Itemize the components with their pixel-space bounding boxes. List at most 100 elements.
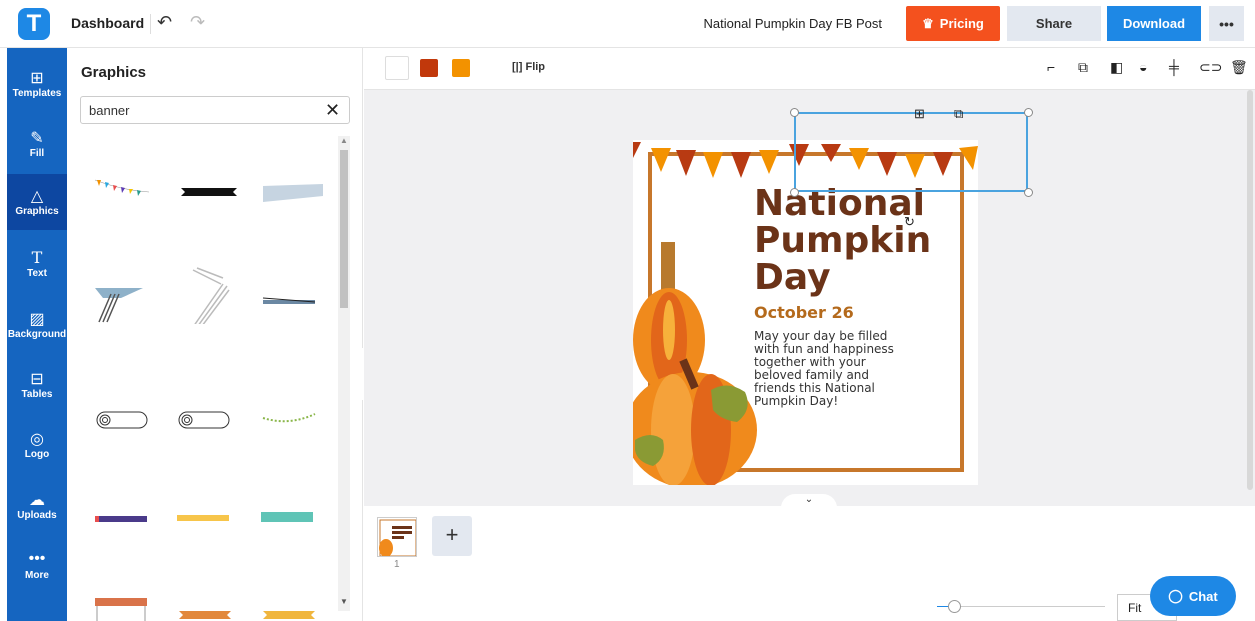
upload-cloud-icon: ☁	[29, 492, 45, 509]
undo-icon[interactable]: ↶	[157, 12, 172, 33]
nav-label: Tables	[21, 389, 53, 400]
garland-thumb[interactable]	[257, 382, 329, 442]
ribbon-stripe-thumb[interactable]	[257, 264, 329, 324]
paint-roller-icon[interactable]: ⌐	[1047, 59, 1055, 75]
element-toolbar: [|] Flip ⌐ ⧉ ◧ ◒ ╪ ⊂⊃ 🗑	[364, 48, 1255, 90]
chat-button[interactable]: ◯ Chat	[1150, 576, 1236, 616]
resize-handle[interactable]	[1024, 108, 1033, 117]
design-date[interactable]: October 26	[754, 303, 854, 322]
download-button[interactable]: Download	[1107, 6, 1201, 41]
table-icon: ⊟	[30, 371, 44, 388]
redo-icon[interactable]: ↷	[190, 12, 205, 33]
diagonal-stripe-thumb[interactable]	[91, 264, 163, 324]
opacity-icon[interactable]: ◒	[1139, 59, 1147, 75]
resize-handle[interactable]	[1024, 188, 1033, 197]
color-swatch-2[interactable]	[420, 59, 438, 77]
resize-handle[interactable]	[790, 188, 799, 197]
nav-background[interactable]: ▨ Background	[7, 297, 67, 353]
color-swatch-3[interactable]	[452, 59, 470, 77]
black-ribbon-thumb[interactable]	[173, 156, 245, 216]
align-icon[interactable]: ╪	[1169, 59, 1179, 75]
color-swatch-1[interactable]	[385, 56, 409, 80]
dashboard-link[interactable]: Dashboard	[71, 15, 144, 31]
search-input[interactable]	[80, 96, 350, 124]
group-add-icon[interactable]: ⊞	[914, 106, 925, 122]
link-icon[interactable]: ⊂⊃	[1199, 59, 1222, 76]
pumpkin-illustration[interactable]	[633, 240, 763, 485]
document-title[interactable]: National Pumpkin Day FB Post	[704, 16, 882, 31]
blue-banner-thumb[interactable]	[257, 156, 329, 216]
resize-handle[interactable]	[790, 108, 799, 117]
selection-box[interactable]	[794, 112, 1028, 192]
left-nav: ⊞ Templates ✎ Fill △ Graphics T Text ▨ B…	[7, 48, 67, 621]
chevron-down-icon: ⌄	[804, 494, 814, 505]
orange-ribbon-thumb[interactable]	[173, 580, 245, 621]
app-logo[interactable]: T	[18, 8, 50, 40]
page-thumbnail-preview	[379, 519, 416, 556]
scroll-up-icon[interactable]: ▲	[340, 136, 348, 145]
templates-icon: ⊞	[30, 70, 44, 87]
design-body-text[interactable]: May your day be filled with fun and happ…	[754, 330, 914, 408]
delete-icon[interactable]: 🗑	[1230, 59, 1248, 76]
page-number: 1	[394, 559, 400, 570]
nav-label: Text	[27, 268, 47, 279]
title-line-3: Day	[754, 257, 831, 298]
rotate-icon[interactable]: ↻	[904, 214, 915, 230]
design-title[interactable]: National Pumpkin Day	[754, 185, 931, 296]
expand-pages-button[interactable]: ⌄	[781, 494, 837, 508]
nav-label: Background	[7, 329, 67, 340]
more-options-button[interactable]: •••	[1209, 6, 1244, 41]
nav-label: Logo	[24, 449, 50, 460]
nav-more[interactable]: ••• More	[7, 538, 67, 594]
brush-icon: ✎	[30, 130, 44, 147]
scroll-banner-thumb[interactable]	[91, 382, 163, 442]
copy-element-icon[interactable]: ⧉	[954, 106, 963, 122]
line-stripes-thumb[interactable]	[173, 264, 245, 324]
gold-ribbon-thumb[interactable]	[257, 580, 329, 621]
flip-button[interactable]: [|] Flip	[512, 61, 545, 73]
zoom-slider-track[interactable]	[937, 606, 1105, 607]
duplicate-icon[interactable]: ⧉	[1078, 59, 1088, 76]
graphics-panel: Graphics ✕	[67, 48, 363, 621]
nav-label: Templates	[12, 88, 62, 99]
page-thumbnail[interactable]	[377, 517, 417, 557]
nav-label: Graphics	[15, 206, 59, 217]
bunting-banner-thumb[interactable]	[91, 156, 163, 216]
nav-label: Uploads	[17, 510, 57, 521]
scroll-down-icon[interactable]: ▼	[340, 597, 348, 606]
share-button[interactable]: Share	[1007, 6, 1101, 41]
canvas-scrollbar[interactable]	[1247, 90, 1253, 490]
layer-order-icon[interactable]: ◧	[1110, 59, 1123, 76]
panel-title: Graphics	[81, 64, 147, 81]
flip-label: Flip	[525, 61, 546, 73]
divider	[150, 14, 151, 34]
crown-icon: ♛	[922, 15, 934, 31]
scroll-banner-alt-thumb[interactable]	[173, 382, 245, 442]
text-icon: T	[31, 248, 43, 267]
flip-icon: [|]	[512, 61, 523, 73]
nav-templates[interactable]: ⊞ Templates	[7, 56, 67, 112]
graphics-grid	[81, 136, 337, 621]
chat-bubble-icon: ◯	[1168, 588, 1183, 603]
nav-fill[interactable]: ✎ Fill	[7, 116, 67, 172]
more-dots-icon: •••	[28, 550, 46, 567]
nav-label: More	[25, 570, 49, 581]
nav-label: Fill	[29, 148, 45, 159]
add-page-button[interactable]: +	[432, 516, 472, 556]
nav-logo[interactable]: ◎ Logo	[7, 417, 67, 473]
top-bar: T Dashboard ↶ ↷ National Pumpkin Day FB …	[0, 0, 1255, 48]
pricing-button[interactable]: ♛ Pricing	[906, 6, 1000, 41]
hanging-banner-thumb[interactable]	[91, 580, 163, 621]
purple-banner-thumb[interactable]	[91, 486, 163, 546]
nav-text[interactable]: T Text	[7, 236, 67, 292]
nav-tables[interactable]: ⊟ Tables	[7, 357, 67, 413]
teal-banner-thumb[interactable]	[257, 486, 329, 546]
nav-uploads[interactable]: ☁ Uploads	[7, 478, 67, 534]
panel-scrollbar[interactable]: ▲ ▼	[338, 136, 350, 611]
clear-search-icon[interactable]: ✕	[325, 100, 340, 121]
logo-icon: ◎	[30, 431, 44, 448]
nav-graphics[interactable]: △ Graphics	[7, 174, 67, 230]
zoom-slider-knob[interactable]	[948, 600, 961, 613]
scroll-thumb[interactable]	[340, 150, 348, 308]
yellow-banner-thumb[interactable]	[173, 486, 245, 546]
